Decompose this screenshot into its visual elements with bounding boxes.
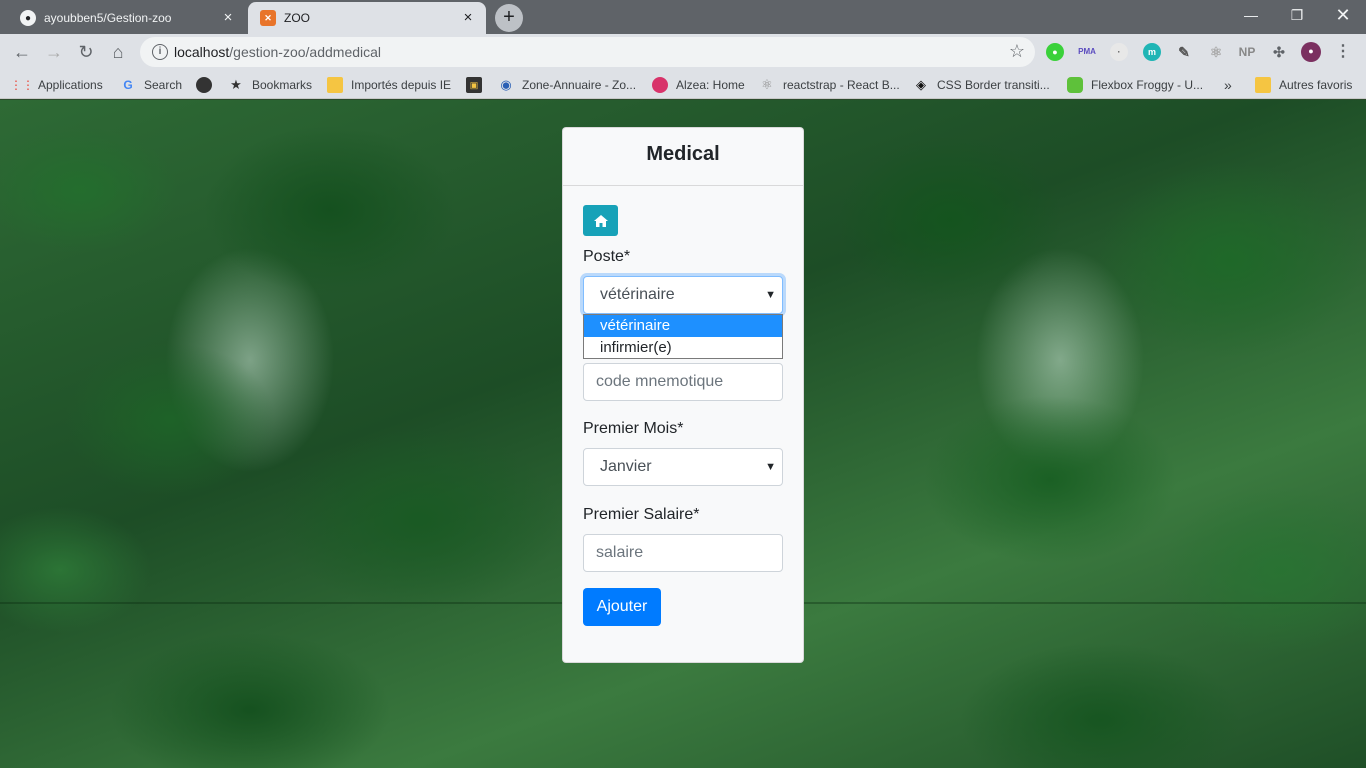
poste-option-veterinaire[interactable]: vétérinaire [584,315,782,337]
new-tab-button[interactable]: + [495,4,523,32]
bookmark-autres-favoris[interactable]: Autres favoris [1255,76,1352,94]
bookmark-circle[interactable] [196,76,220,94]
home-icon[interactable]: ⌂ [104,38,132,66]
reload-button[interactable]: ↻ [72,38,100,66]
codepen-icon: ◈ [916,77,926,92]
tab-title: ayoubben5/Gestion-zoo [44,11,172,25]
poste-select-value: vétérinaire [600,286,675,303]
info-icon[interactable]: i [152,44,168,60]
poste-select[interactable]: vétérinaire ▼ [583,276,783,314]
poste-dropdown-list: vétérinaire infirmier(e) [583,314,783,359]
premier-mois-label: Premier Mois* [583,420,684,437]
ajouter-button[interactable]: Ajouter [583,588,661,626]
bookmark-flexbox-froggy[interactable]: Flexbox Froggy - U... [1067,76,1203,94]
puzzle-icon[interactable]: ✣ [1270,43,1288,61]
tab-title: ZOO [284,11,310,25]
poste-label: Poste* [583,248,631,265]
premier-mois-value: Janvier [600,458,652,475]
extension-m-icon[interactable]: m [1143,43,1161,61]
eyedropper-icon[interactable]: ✎ [1175,43,1193,61]
np-extension-icon[interactable]: NP [1238,43,1256,61]
bookmark-box[interactable]: ▣ [466,76,490,94]
forward-button[interactable]: → [40,38,68,66]
bookmarks-bar: ⋮⋮ Applications G Search ★ Bookmarks Imp… [0,70,1366,99]
box-icon: ▣ [466,77,482,93]
react-devtools-icon[interactable]: ⚛ [1207,43,1225,61]
bookmark-folder-ie[interactable]: Importés depuis IE [327,76,451,94]
chevron-down-icon: ▼ [765,461,776,473]
chevron-down-icon: ▼ [765,289,776,301]
medical-form-card: Medical Poste* vétérinaire ▼ Premier Moi… [562,127,804,663]
folder-icon [327,77,343,93]
back-button[interactable]: ← [8,38,36,66]
browser-toolbar: ← → ↻ ⌂ i localhost/gestion-zoo/addmedic… [0,34,1366,70]
apps-grid-icon: ⋮⋮ [10,78,34,92]
star-icon: ★ [230,77,242,92]
google-icon: G [123,78,133,92]
bookmark-css-border[interactable]: ◈ CSS Border transiti... [913,76,1050,94]
extension-green-icon[interactable]: ● [1046,43,1064,61]
card-title: Medical [563,128,803,186]
folder-icon [1255,77,1271,93]
close-icon[interactable]: × [460,10,476,26]
close-icon[interactable]: × [220,10,236,26]
more-bookmarks-button[interactable]: » [1224,76,1232,94]
premier-mois-select[interactable]: Janvier ▼ [583,448,783,486]
tab-strip: ● ayoubben5/Gestion-zoo × ✕ ZOO × + — ❐ … [0,0,1366,34]
home-button[interactable] [583,205,618,236]
salaire-input[interactable] [583,534,783,572]
bookmark-applications[interactable]: ⋮⋮ Applications [10,76,103,94]
phpmyadmin-icon[interactable]: PMA [1078,43,1096,61]
avatar[interactable]: ● [1301,42,1321,62]
alzea-icon [652,77,668,93]
bookmark-zone-annuaire[interactable]: ◉ Zone-Annuaire - Zo... [498,76,636,94]
globe-icon: ◉ [500,77,512,92]
url-text: localhost/gestion-zoo/addmedical [174,44,382,60]
tab-github[interactable]: ● ayoubben5/Gestion-zoo × [8,2,246,34]
address-bar[interactable]: i localhost/gestion-zoo/addmedical ☆ [140,37,1035,67]
restore-button[interactable]: ❐ [1274,0,1320,30]
window-close-button[interactable]: ✕ [1320,0,1366,30]
code-mnemotique-input[interactable] [583,363,783,401]
frog-icon [1067,77,1083,93]
bookmark-alzea[interactable]: Alzea: Home [652,76,745,94]
bookmark-bookmarks[interactable]: ★ Bookmarks [228,76,312,94]
tab-zoo[interactable]: ✕ ZOO × [248,2,486,34]
react-icon: ⚛ [761,77,773,92]
github-icon: ● [20,10,36,26]
circle-icon [196,77,212,93]
home-icon [593,214,608,227]
bookmark-star-icon[interactable]: ☆ [1009,41,1025,62]
minimize-button[interactable]: — [1228,0,1274,30]
poste-option-infirmier[interactable]: infirmier(e) [584,337,782,359]
menu-icon[interactable]: ⋮ [1334,43,1352,61]
bookmark-reactstrap[interactable]: ⚛ reactstrap - React B... [759,76,900,94]
bookmark-search[interactable]: G Search [120,76,182,94]
extension-gray-icon[interactable]: · [1110,43,1128,61]
premier-salaire-label: Premier Salaire* [583,506,700,523]
xampp-icon: ✕ [260,10,276,26]
